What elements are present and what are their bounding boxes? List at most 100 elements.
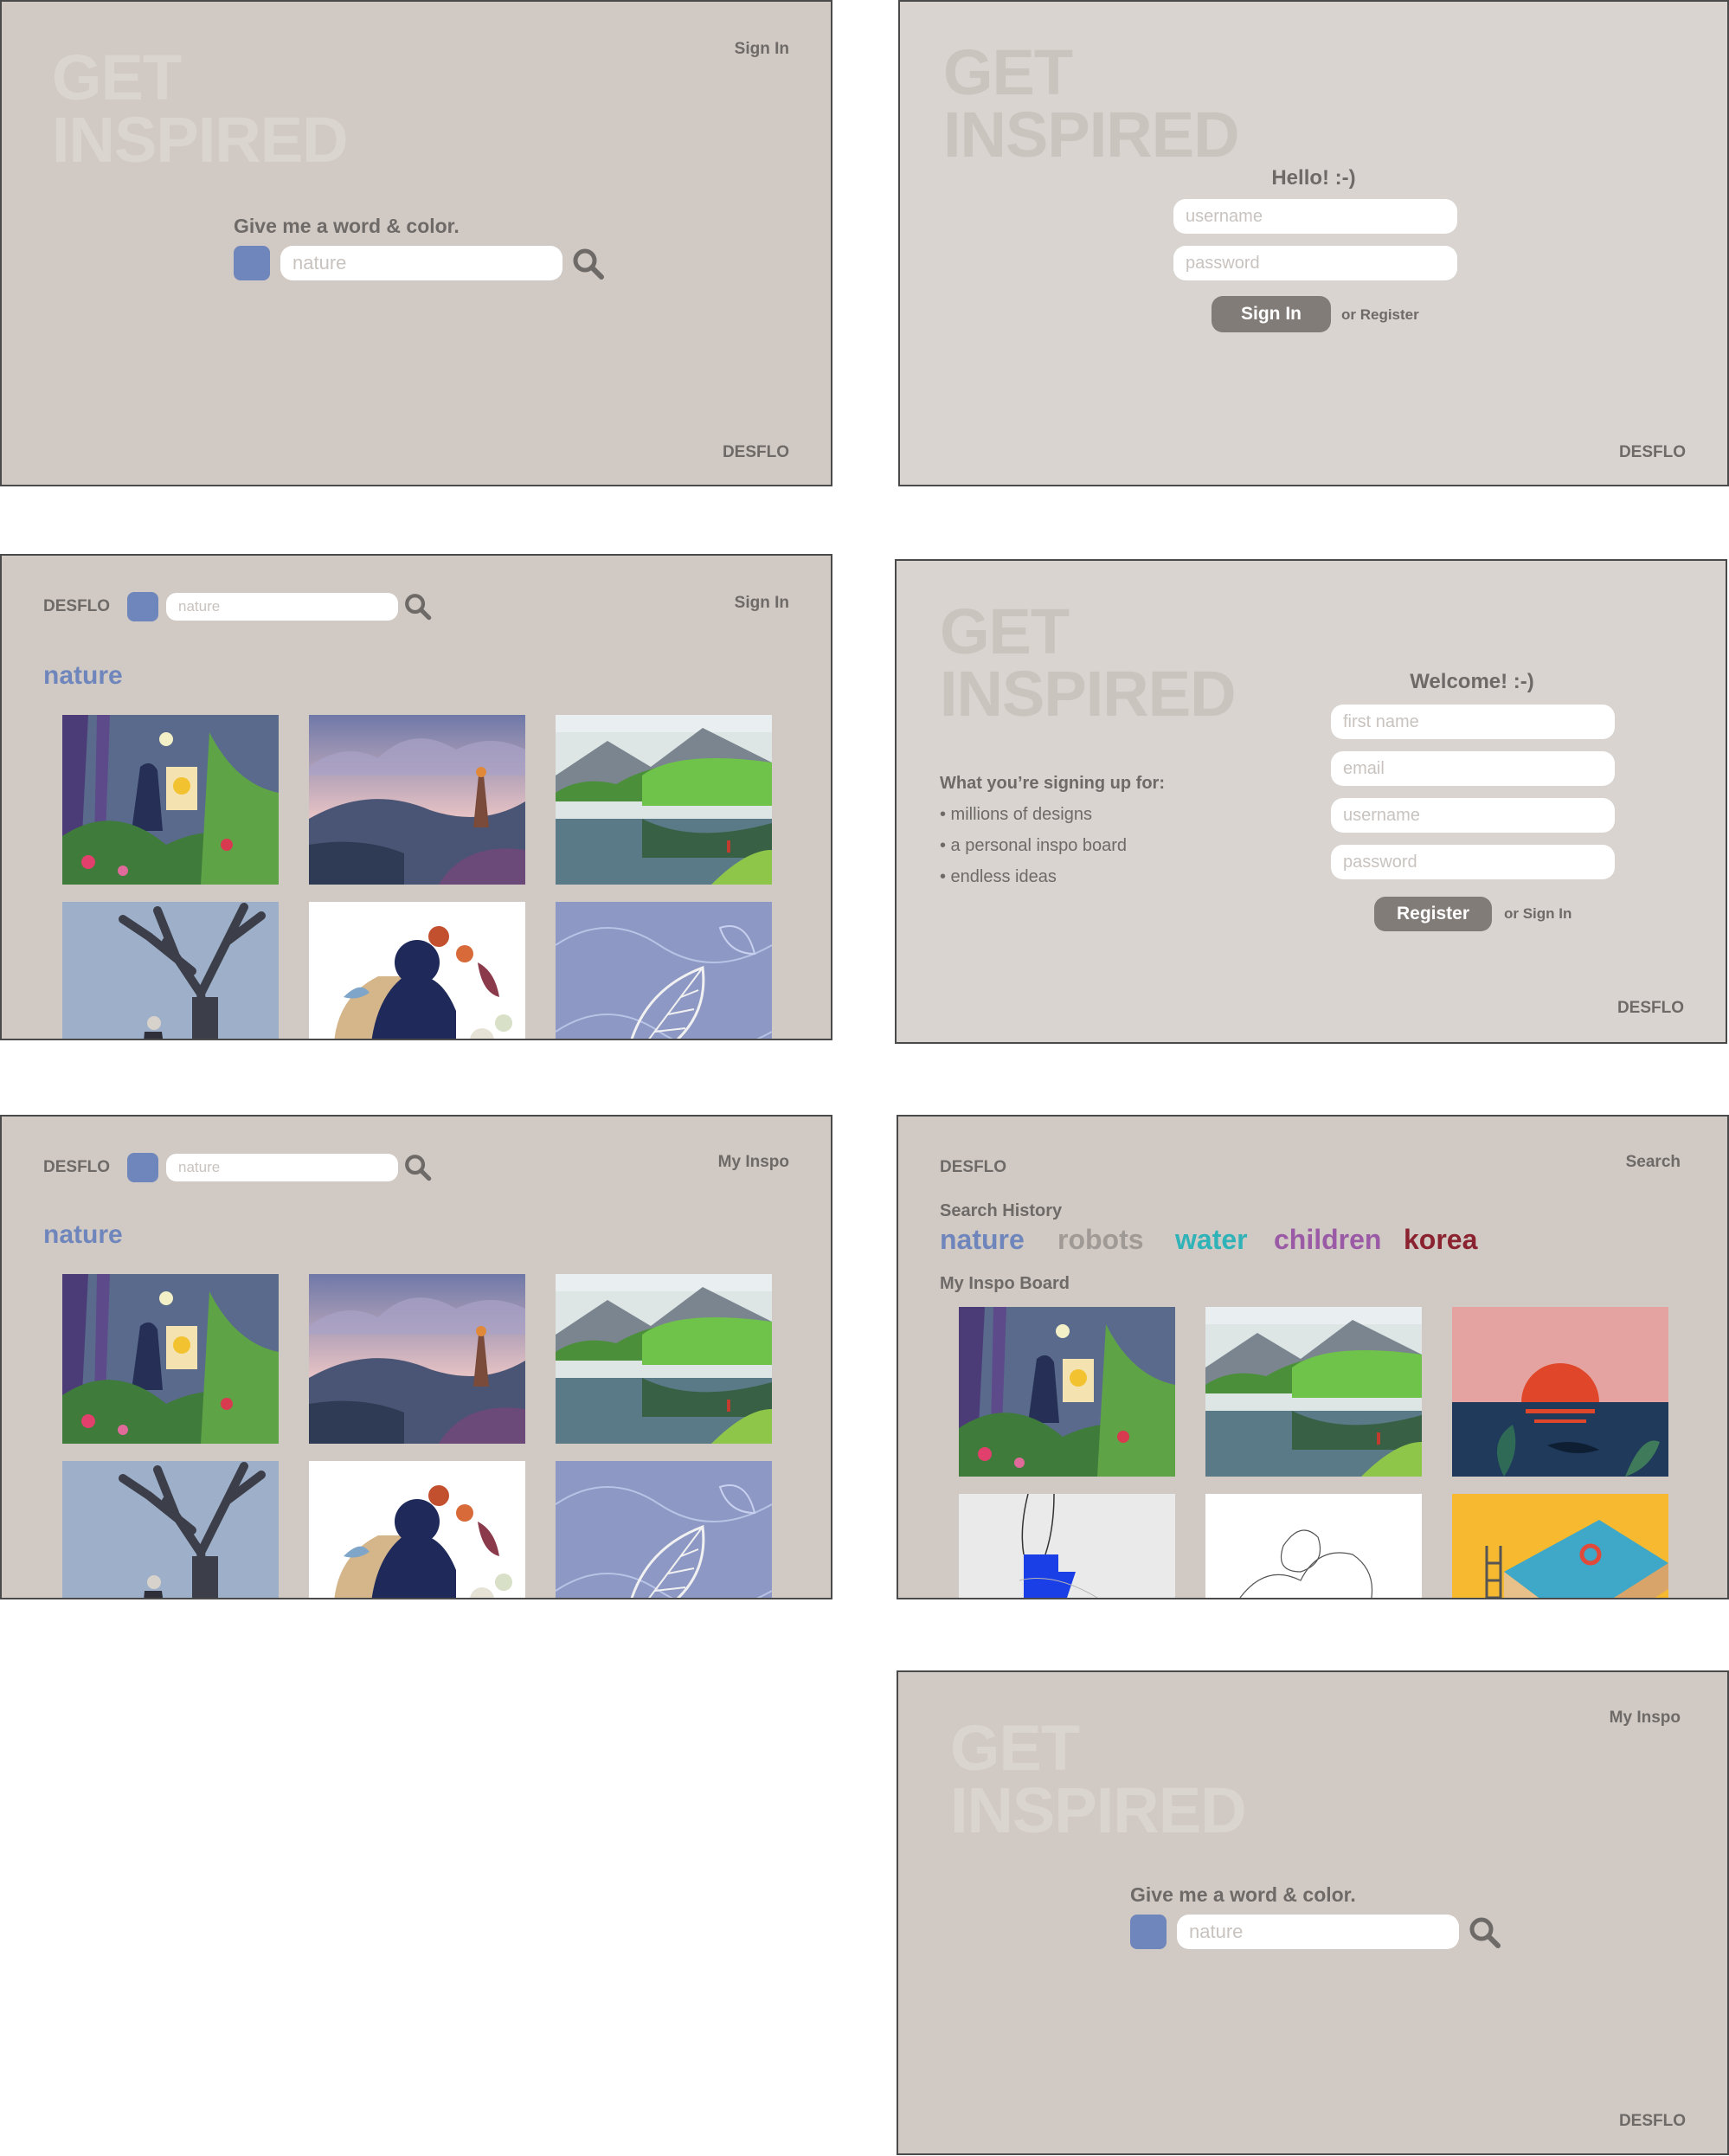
benefit-item: • endless ideas [940, 867, 1057, 886]
thumb-isometric-pool[interactable] [1452, 1494, 1668, 1598]
sign-in-link[interactable]: Sign In [735, 40, 789, 59]
hero-line-2: INSPIRED [52, 104, 349, 176]
search-icon[interactable] [571, 247, 606, 281]
sign-in-title: Hello! :-) [1271, 166, 1356, 190]
thumb-misty-hills[interactable] [309, 1274, 525, 1444]
first-name-placeholder: first name [1343, 711, 1419, 731]
thumb-painter-forest[interactable] [959, 1307, 1175, 1477]
search-icon[interactable] [403, 1153, 433, 1182]
color-picker-swatch[interactable] [234, 246, 270, 280]
color-picker-swatch[interactable] [1130, 1915, 1167, 1949]
username-field[interactable]: username [1173, 199, 1457, 234]
sign-in-link[interactable]: Sign In [735, 594, 789, 613]
brand-logo[interactable]: DESFLO [1617, 999, 1684, 1018]
history-item-children[interactable]: children [1274, 1224, 1381, 1256]
brand-logo[interactable]: DESFLO [940, 1158, 1006, 1177]
thumb-bare-tree[interactable] [62, 902, 279, 1039]
history-item-nature[interactable]: nature [940, 1224, 1025, 1256]
thumb-misty-hills[interactable] [309, 715, 525, 885]
search-placeholder: nature [1189, 1921, 1244, 1942]
screen-results-signed-out: DESFLO nature Sign In nature [0, 554, 832, 1040]
thumb-bare-tree[interactable] [62, 1461, 279, 1598]
password-placeholder: password [1186, 253, 1260, 273]
inspo-board-title: My Inspo Board [940, 1274, 1070, 1293]
my-inspo-link[interactable]: My Inspo [718, 1153, 789, 1172]
hero-line-2: INSPIRED [940, 658, 1237, 730]
email-field[interactable]: email [1331, 751, 1615, 786]
sign-in-button[interactable]: Sign In [1212, 296, 1331, 332]
search-history-title: Search History [940, 1201, 1063, 1220]
hero-title: GET INSPIRED [940, 595, 1237, 730]
color-picker-swatch[interactable] [127, 592, 158, 621]
thumb-leaf-pattern[interactable] [556, 1461, 772, 1598]
thumb-figure-flowers[interactable] [309, 1461, 525, 1598]
brand-logo[interactable]: DESFLO [43, 1158, 110, 1177]
thumb-green-lake[interactable] [556, 715, 772, 885]
brand-logo[interactable]: DESFLO [1619, 2112, 1686, 2131]
hero-line-1: GET [940, 595, 1070, 667]
password-field[interactable]: password [1173, 246, 1457, 280]
thumb-figure-flowers[interactable] [309, 902, 525, 1039]
hero-line-2: INSPIRED [943, 99, 1240, 171]
color-picker-swatch[interactable] [127, 1153, 158, 1182]
search-icon[interactable] [403, 592, 433, 621]
search-input[interactable]: nature [166, 593, 398, 621]
username-placeholder: username [1343, 805, 1420, 825]
register-link[interactable]: or Register [1341, 306, 1419, 324]
hero-title: GET INSPIRED [943, 36, 1240, 171]
hero-title: GET INSPIRED [52, 42, 349, 176]
search-input[interactable]: nature [1177, 1915, 1459, 1949]
thumb-painter-forest[interactable] [62, 1274, 279, 1444]
search-placeholder: nature [292, 252, 347, 274]
inspo-board-grid [959, 1307, 1668, 1598]
register-title: Welcome! :-) [1410, 670, 1534, 693]
search-prompt: Give me a word & color. [1130, 1883, 1356, 1906]
search-icon[interactable] [1468, 1915, 1502, 1950]
screen-sign-in: GET INSPIRED Hello! :-) username passwor… [898, 0, 1729, 486]
search-input[interactable]: nature [166, 1154, 398, 1181]
benefit-item: • millions of designs [940, 805, 1092, 824]
register-button[interactable]: Register [1374, 897, 1492, 931]
password-placeholder: password [1343, 852, 1417, 872]
screen-my-inspo: DESFLO Search Search History nature robo… [897, 1115, 1729, 1599]
search-link[interactable]: Search [1626, 1153, 1681, 1172]
thumb-green-lake[interactable] [1205, 1307, 1422, 1477]
hero-line-2: INSPIRED [950, 1774, 1247, 1846]
thumb-painter-forest[interactable] [62, 715, 279, 885]
screen-home-signed-out: GET INSPIRED Sign In Give me a word & co… [0, 0, 832, 486]
screen-home-signed-in: GET INSPIRED My Inspo Give me a word & c… [897, 1670, 1729, 2155]
thumb-red-sunset[interactable] [1452, 1307, 1668, 1477]
hero-line-1: GET [52, 42, 182, 113]
history-item-korea[interactable]: korea [1404, 1224, 1477, 1256]
hero-line-1: GET [943, 36, 1073, 108]
sign-in-link[interactable]: or Sign In [1504, 905, 1572, 923]
brand-logo[interactable]: DESFLO [43, 597, 110, 616]
search-prompt: Give me a word & color. [234, 215, 460, 237]
first-name-field[interactable]: first name [1331, 705, 1615, 739]
benefits-title: What you’re signing up for: [940, 774, 1165, 793]
screen-register: GET INSPIRED What you’re signing up for:… [895, 559, 1727, 1044]
search-placeholder: nature [178, 598, 221, 615]
history-item-robots[interactable]: robots [1057, 1224, 1144, 1256]
brand-logo[interactable]: DESFLO [723, 443, 789, 462]
thumb-line-drawing[interactable] [1205, 1494, 1422, 1598]
my-inspo-link[interactable]: My Inspo [1610, 1709, 1681, 1728]
screen-results-signed-in: DESFLO nature My Inspo nature [0, 1115, 832, 1599]
search-placeholder: nature [178, 1159, 221, 1175]
email-placeholder: email [1343, 758, 1385, 778]
image-grid [62, 1274, 772, 1598]
search-input[interactable]: nature [280, 246, 562, 280]
thumb-leaf-pattern[interactable] [556, 902, 772, 1039]
username-placeholder: username [1186, 206, 1263, 226]
password-field[interactable]: password [1331, 845, 1615, 879]
brand-logo[interactable]: DESFLO [1619, 443, 1686, 462]
thumb-green-lake[interactable] [556, 1274, 772, 1444]
results-heading: nature [43, 661, 123, 690]
image-grid [62, 715, 772, 1039]
results-heading: nature [43, 1220, 123, 1249]
hero-title: GET INSPIRED [950, 1716, 1247, 1846]
benefit-item: • a personal inspo board [940, 836, 1128, 855]
thumb-blue-splash[interactable] [959, 1494, 1175, 1598]
username-field[interactable]: username [1331, 798, 1615, 833]
history-item-water[interactable]: water [1175, 1224, 1248, 1256]
